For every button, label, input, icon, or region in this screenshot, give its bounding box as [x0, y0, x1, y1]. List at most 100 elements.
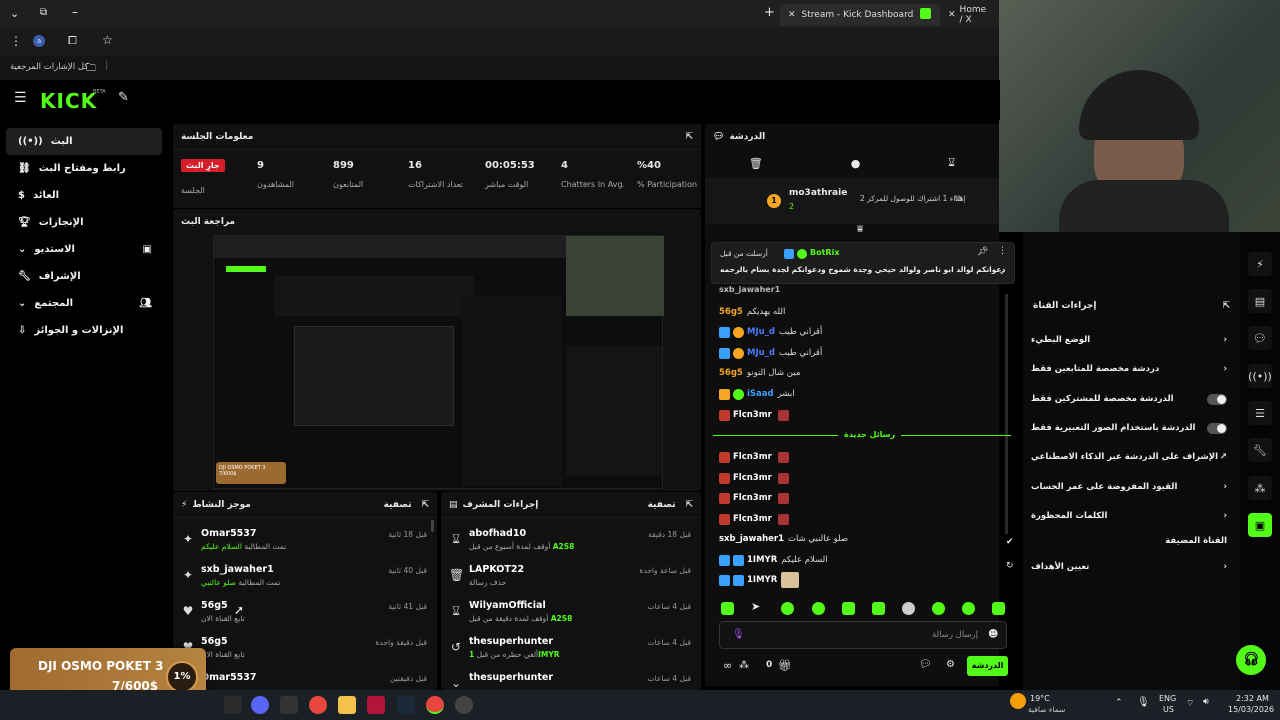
close-tab-icon[interactable]: ✕ [948, 10, 956, 20]
trash-icon[interactable]: 🗑︎ [749, 157, 763, 170]
chat-username[interactable]: 56g5 [719, 368, 743, 378]
emote-icon[interactable] [962, 602, 975, 615]
list-button[interactable]: ☰ [1248, 401, 1272, 425]
activity-username[interactable]: Omar5537 [201, 672, 257, 683]
bolt-button[interactable]: ⚡︎ [1248, 252, 1272, 276]
chat-username[interactable]: MJu_d [747, 348, 775, 358]
emote-icon[interactable] [992, 602, 1005, 615]
mod-action-username[interactable]: abofhad10 [469, 528, 526, 539]
send-arrow-icon[interactable]: ➤ [751, 600, 760, 613]
emote-icon[interactable] [932, 602, 945, 615]
document-button[interactable]: ▤ [1248, 289, 1272, 313]
chat-scrollbar[interactable] [1005, 294, 1008, 534]
volume-icon[interactable]: 🔊︎ [1203, 697, 1209, 707]
chevron-down-icon[interactable]: ⌄ [998, 267, 1006, 277]
chat-username[interactable]: sxb_jawaher1 [719, 534, 784, 544]
emotes-only-toggle[interactable] [1207, 422, 1227, 434]
emote-icon[interactable] [721, 602, 734, 615]
popout-icon[interactable]: ⇱ [685, 132, 693, 142]
mic-tray-icon[interactable]: 🎙︎ [1137, 697, 1150, 708]
community-button[interactable]: ⁂ [1248, 476, 1272, 500]
settings-dots-icon[interactable]: ⁂ [739, 660, 749, 671]
activity-username[interactable]: Omar5537 [201, 528, 257, 539]
new-tab-icon[interactable]: + [764, 5, 775, 20]
account-age-item[interactable]: القيود المفروضة على عمر الحساب › [1031, 477, 1227, 497]
profile-avatar[interactable]: a [33, 35, 45, 47]
taskbar-app-icon[interactable] [224, 696, 242, 714]
taskbar-app-icon[interactable] [280, 696, 298, 714]
emote-icon[interactable] [842, 602, 855, 615]
activity-username[interactable]: sxb_jawaher1 [201, 564, 274, 575]
pin-icon[interactable]: ✎ [118, 90, 129, 105]
chat-username[interactable]: 1IMYR [747, 575, 777, 585]
mic-icon[interactable]: 🎙︎ [732, 629, 745, 640]
sidebar-item-community[interactable]: ⌄ المجتمع 👥︎ [6, 290, 162, 317]
tray-chevron-icon[interactable]: ⌃ [1115, 698, 1123, 708]
mod-action-username[interactable]: WilyamOfficial [469, 600, 546, 611]
emote-icon[interactable] [872, 602, 885, 615]
clock-time[interactable]: 2:32 AM [1236, 694, 1269, 703]
emoji-icon[interactable]: ☻ [988, 629, 998, 640]
restore-icon[interactable]: ⧉ [40, 7, 47, 18]
moderator-name[interactable]: A2S8 [551, 614, 573, 623]
sidebar-item-live[interactable]: ((•)) البث [6, 128, 162, 155]
mod-action-username[interactable]: thesuperhunter [469, 636, 553, 647]
chrome-icon[interactable] [309, 696, 327, 714]
emote-icon[interactable] [812, 602, 825, 615]
bookmark-star-icon[interactable]: ☆ [102, 33, 113, 47]
scrollbar[interactable] [431, 520, 434, 532]
chat-username[interactable]: Flcn3mr [733, 410, 772, 420]
pin-icon[interactable]: 📌︎ [977, 247, 988, 257]
language-code[interactable]: ENG [1159, 694, 1176, 703]
tab-kick-dashboard[interactable]: ✕ Stream - Kick Dashboard [780, 4, 940, 26]
mod-action-username[interactable]: thesuperhunter [469, 672, 553, 683]
gift-icon[interactable]: 🎁︎ [778, 659, 792, 672]
sidebar-item-achievements[interactable]: 🏆︎ الإنجازات [6, 209, 162, 236]
infinity-icon[interactable]: ∞ [723, 659, 732, 672]
acrobat-icon[interactable] [367, 696, 385, 714]
banned-words-item[interactable]: الكلمات المحظورة › [1031, 506, 1227, 526]
hamburger-icon[interactable]: ☰ [14, 90, 27, 106]
kick-logo[interactable]: KICK [40, 89, 97, 113]
broadcast-button[interactable]: ((•)) [1248, 364, 1272, 388]
chat-username[interactable]: 1IMYR [747, 555, 777, 565]
tab-search-icon[interactable]: ⌄ [10, 7, 19, 20]
chat-username[interactable]: MJu_d [747, 327, 775, 337]
set-goals-item[interactable]: تعيين الأهداف › [1031, 557, 1227, 577]
sidebar-item-revenue[interactable]: $ العائد [6, 182, 162, 209]
wrench-button[interactable]: 🔧︎ [1248, 438, 1272, 462]
check-circle-icon[interactable]: ✔ [1006, 537, 1014, 547]
chat-bubble-icon[interactable]: 💬︎ [919, 659, 932, 670]
chat-input[interactable]: 🎙︎ إرسال رسالة ☻ [719, 621, 1007, 649]
menu-dots-icon[interactable]: ⋮ [10, 34, 22, 48]
chat-username[interactable]: Flcn3mr [733, 493, 772, 503]
sidebar-item-stream-key[interactable]: ⛓ رابط ومفتاح البث [6, 155, 162, 182]
send-chat-button[interactable]: الدردشة [967, 656, 1008, 676]
filter-button[interactable]: تصفية [384, 500, 412, 510]
weather-temp[interactable]: 19°C [1030, 694, 1050, 703]
tab-home-x[interactable]: ✕ Home / X [940, 4, 1000, 26]
all-bookmarks-link[interactable]: كل الإشارات المرجعية [10, 62, 88, 72]
popout-icon[interactable]: ⇱ [685, 500, 693, 510]
file-explorer-icon[interactable] [338, 696, 356, 714]
minimize-icon[interactable]: – [72, 5, 78, 19]
speech-icon[interactable]: ● [851, 157, 861, 170]
collapse-icon[interactable]: ⩸ [857, 224, 863, 235]
history-icon[interactable]: ↻ [1006, 561, 1014, 571]
activity-username[interactable]: 56g5 [201, 636, 228, 647]
gear-icon[interactable]: ⚙︎ [946, 659, 955, 670]
mod-action-username[interactable]: LAPKOT22 [469, 564, 524, 575]
popout-icon[interactable]: ⇱ [1222, 301, 1230, 311]
discord-icon[interactable] [251, 696, 269, 714]
help-headset-button[interactable]: 🎧︎ [1236, 645, 1266, 675]
pinned-username[interactable]: BotRix [810, 248, 839, 257]
chat-username[interactable]: Flcn3mr [733, 452, 772, 462]
more-icon[interactable]: ⋮ [998, 246, 1007, 256]
popout-icon[interactable]: ⇱ [421, 500, 429, 510]
moderator-name[interactable]: A2S8 [553, 542, 575, 551]
emote-icon[interactable] [902, 602, 915, 615]
subscribers-only-toggle[interactable] [1207, 393, 1227, 405]
hourglass-icon[interactable]: ⌛︎ [948, 156, 955, 170]
chat-button[interactable]: 💬︎ [1248, 326, 1272, 350]
sidebar-item-studio[interactable]: ⌄ الاستديو ▣ [6, 236, 162, 263]
